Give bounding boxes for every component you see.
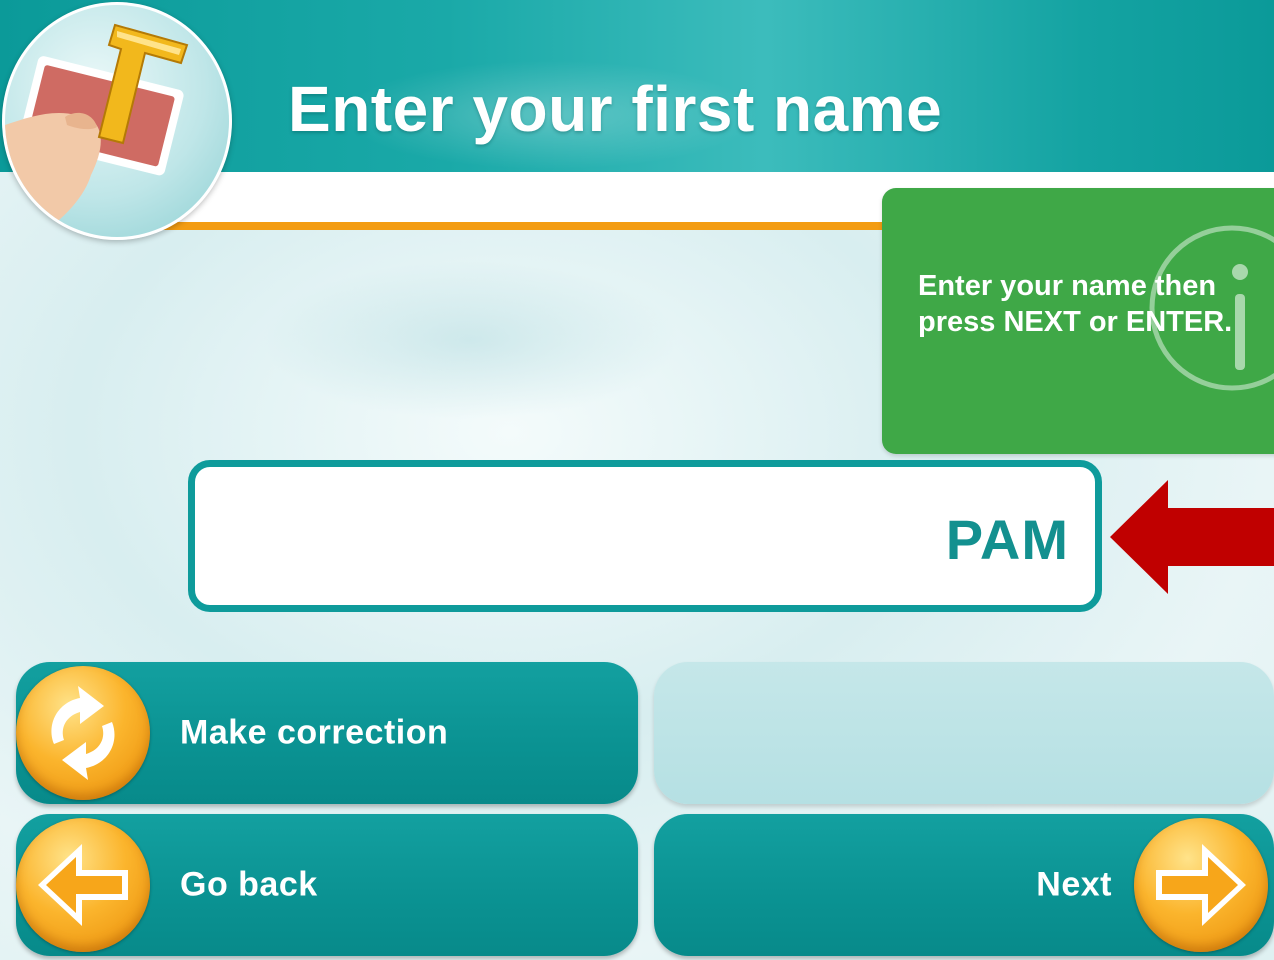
- first-name-value: PAM: [945, 508, 1069, 571]
- arrow-left-icon: [16, 818, 150, 952]
- orange-divider-line: [130, 222, 890, 230]
- first-name-input[interactable]: PAM: [188, 460, 1102, 612]
- bank-card-logo-icon: [2, 2, 232, 240]
- red-arrow-pointer-icon: [1110, 480, 1274, 594]
- empty-option-button: [654, 662, 1274, 804]
- arrow-right-icon: [1134, 818, 1268, 952]
- info-message: Enter your name then press NEXT or ENTER…: [918, 270, 1233, 338]
- next-label: Next: [1036, 865, 1112, 904]
- page-title: Enter your first name: [288, 73, 943, 145]
- make-correction-label: Make correction: [180, 713, 449, 752]
- background-decoration: [260, 260, 680, 420]
- next-button[interactable]: Next: [654, 814, 1274, 956]
- go-back-label: Go back: [180, 865, 318, 904]
- go-back-button[interactable]: Go back: [16, 814, 638, 956]
- info-panel: Enter your name then press NEXT or ENTER…: [882, 188, 1274, 454]
- make-correction-button[interactable]: Make correction: [16, 662, 638, 804]
- refresh-arrows-icon: [16, 666, 150, 800]
